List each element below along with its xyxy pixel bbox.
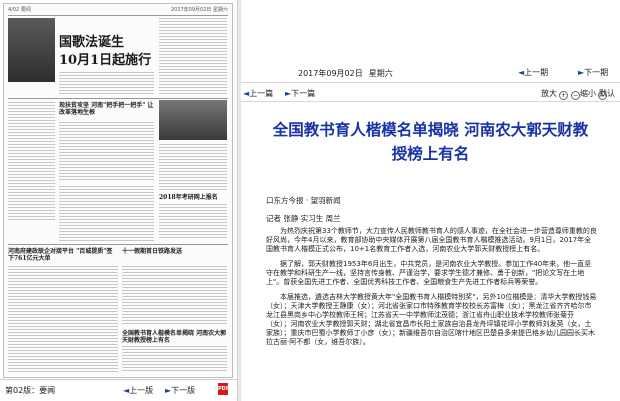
section-rule xyxy=(8,98,228,99)
story-photo xyxy=(159,100,227,140)
story-text-d xyxy=(159,204,227,240)
prev-issue-link[interactable]: ◄上一期 xyxy=(518,67,548,78)
epaper-app: 4/02 要闻 2017年09月02日 星期六 国歌法诞生 10月1日起施行 现… xyxy=(0,0,620,401)
edition-label: 第02版：要闻 xyxy=(5,386,56,395)
minus-icon: − xyxy=(571,91,580,100)
zoom-in-button[interactable]: 放大 + xyxy=(541,88,568,100)
story-text-h xyxy=(122,346,227,372)
plus-icon: + xyxy=(559,91,568,100)
newspaper-page-panel: 4/02 要闻 2017年09月02日 星期六 国歌法诞生 10月1日起施行 现… xyxy=(0,0,237,401)
story-title-5[interactable]: 十一假期首日铁路发送 xyxy=(122,248,227,255)
story-text-c xyxy=(159,144,227,192)
next-page-link[interactable]: ►下一版 xyxy=(165,385,195,396)
story-text-b xyxy=(59,122,154,182)
lead-headline[interactable]: 国歌法诞生 10月1日起施行 xyxy=(59,34,151,70)
next-article-link[interactable]: ►下一篇 xyxy=(285,88,315,99)
issue-date: 2017年09月02日 星期六 xyxy=(298,69,393,78)
lead-photo xyxy=(8,18,55,82)
article-body: 为热烈庆祝第33个教师节，大力宣传人民教师教书育人的感人事迹，在全社会进一步营造… xyxy=(266,227,598,353)
article-panel: 2017年09月02日 星期六 ◄上一期 ►下一期 ◄上一篇 ►下一篇 放大 + −… xyxy=(241,0,620,401)
article-source: 口东方今报 · 望羽新闻 xyxy=(266,196,341,205)
article-authors: 记者 张静 实习生 周兰 xyxy=(266,214,341,223)
section-rule-2 xyxy=(8,244,228,245)
reset-zoom-button[interactable]: 默认 xyxy=(599,88,615,99)
story-title-1[interactable]: 现扶贫攻坚 河南"把手把一把手" 让改革落地生根 xyxy=(59,102,154,116)
story-text-f xyxy=(8,266,118,372)
article-paragraph: 据了解，郭天财教授1953年6月出生，中共党员，是河南农业大学教授。参加工作40… xyxy=(266,260,592,286)
story-title-2[interactable]: 河南府建政联企对接平台 "百城提质"签下761亿元大单 xyxy=(8,248,118,262)
prev-article-link[interactable]: ◄上一篇 xyxy=(243,88,273,99)
story-title-3[interactable]: 全国教书育人楷模名单揭晓 河南农大郭天财教授榜上有名 xyxy=(122,330,227,344)
pdf-icon[interactable]: PDF xyxy=(218,383,229,395)
prev-page-link[interactable]: ◄上一版 xyxy=(123,385,153,396)
story-text-g xyxy=(122,266,227,326)
story-text-e xyxy=(59,186,154,241)
lead-story-text xyxy=(59,72,154,94)
article-paragraph: 本届推选，遴选吉林大学教授黄大年"全国教书育人楷模特别奖"，另外10位楷模是：清… xyxy=(266,293,597,346)
page-header-rule xyxy=(8,15,228,16)
article-paragraph: 为热烈庆祝第33个教师节，大力宣传人民教师教书育人的感人事迹，在全社会进一步营造… xyxy=(266,227,597,253)
story-title-4[interactable]: 2018年考研网上报名 xyxy=(159,194,227,201)
page-footer: 第02版：要闻 ◄上一版 ►下一版 PDF xyxy=(0,379,237,401)
column-text xyxy=(159,18,227,94)
story-text-a xyxy=(8,102,55,222)
page-date-label: 2017年09月02日 星期六 xyxy=(170,7,228,13)
header-separator xyxy=(241,82,620,83)
toolbar-separator xyxy=(241,101,620,102)
article-title: 全国教书育人楷模名单揭晓 河南农大郭天财教 授榜上有名 xyxy=(272,120,589,163)
next-issue-link[interactable]: ►下一期 xyxy=(578,67,608,78)
page-number-label: 4/02 要闻 xyxy=(8,7,31,13)
newspaper-page-image[interactable]: 4/02 要闻 2017年09月02日 星期六 国歌法诞生 10月1日起施行 现… xyxy=(3,3,233,378)
